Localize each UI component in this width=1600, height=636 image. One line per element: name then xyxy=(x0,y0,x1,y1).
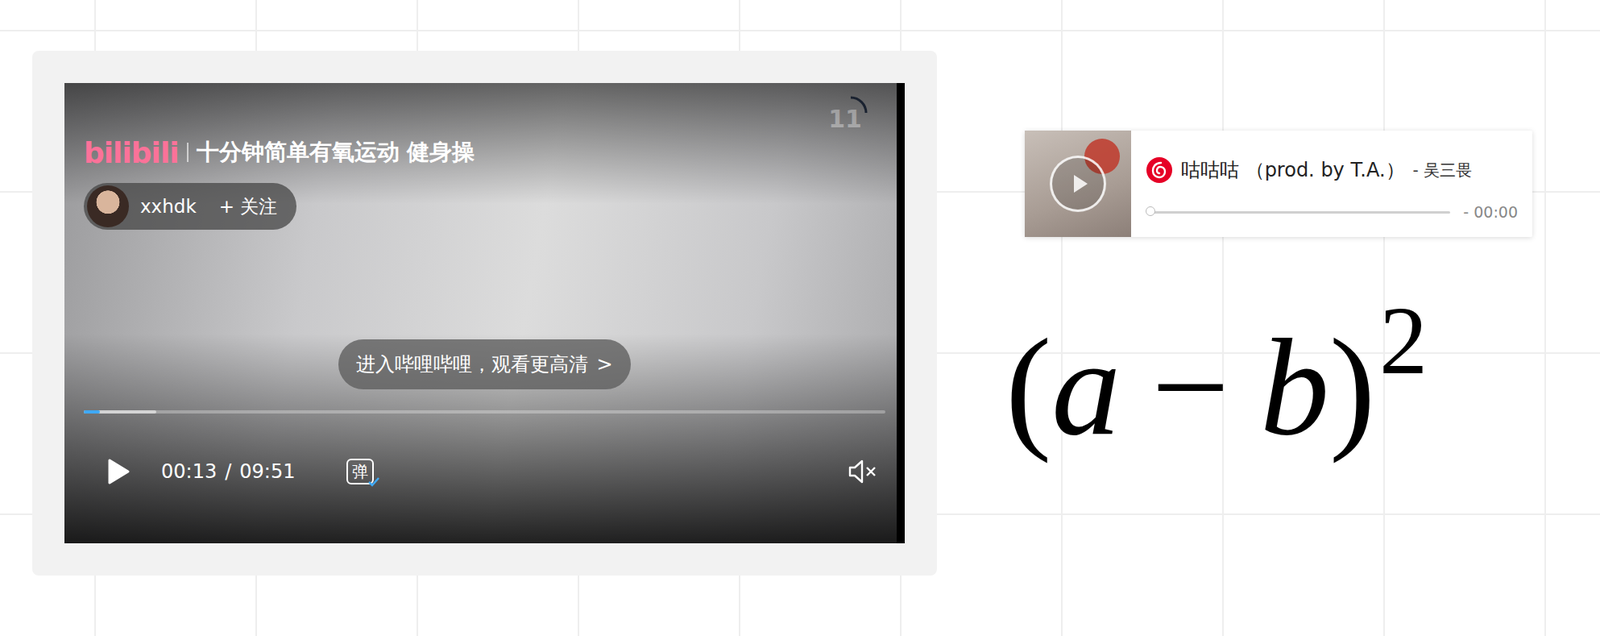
control-bar: 00:13/09:51 弹 xyxy=(83,451,886,491)
track-artist[interactable]: - 吴三畏 xyxy=(1413,159,1473,182)
time-display: 00:13/09:51 xyxy=(161,460,295,483)
play-icon xyxy=(1071,173,1090,195)
hd-prompt-button[interactable]: 进入哔哩哔哩，观看更高清> xyxy=(338,339,631,390)
title-bar: bilibili 十分钟简单有氧运动 健身操 xyxy=(83,132,886,172)
uploader-name[interactable]: xxhdk xyxy=(140,195,197,217)
formula-operator: − xyxy=(1151,310,1230,464)
track-title-row: 咕咕咕 （prod. by T.A.） - 吴三畏 xyxy=(1145,156,1518,184)
track-title[interactable]: 咕咕咕 （prod. by T.A.） xyxy=(1181,157,1406,183)
player-overlay: bilibili 十分钟简单有氧运动 健身操 xxhdk + 关注进入哔哩哔哩，观看更… xyxy=(64,82,905,544)
played-fill xyxy=(83,410,100,414)
music-progress-bar[interactable] xyxy=(1148,211,1451,214)
danmaku-toggle[interactable]: 弹 xyxy=(346,458,374,485)
album-cover xyxy=(1024,130,1132,237)
bilibili-logo[interactable]: bilibili xyxy=(83,136,179,170)
uploader-pill: xxhdk + 关注 xyxy=(83,182,297,230)
check-icon xyxy=(367,476,381,488)
video-embed-card: 11 bilibili 十分钟简单有氧运动 健身操 xxhdk + 关注进入哔哩哔哩，观… xyxy=(32,50,937,576)
progress-knob[interactable] xyxy=(1145,206,1156,216)
music-play-button[interactable] xyxy=(1049,155,1107,212)
formula-symbol: ) xyxy=(1329,310,1376,464)
progress-bar[interactable] xyxy=(83,410,886,414)
video-player[interactable]: 11 bilibili 十分钟简单有氧运动 健身操 xxhdk + 关注进入哔哩哔哩，观… xyxy=(64,82,905,544)
music-progress-row: - 00:00 xyxy=(1145,203,1518,221)
formula-exponent: 2 xyxy=(1379,292,1428,390)
formula-symbol: ( xyxy=(1005,310,1052,464)
follow-button[interactable]: + 关注 xyxy=(219,194,278,220)
divider xyxy=(186,142,189,162)
math-formula: (a−b)2 xyxy=(1005,310,1428,464)
loading-countdown: 11 xyxy=(820,94,870,143)
netease-music-icon[interactable] xyxy=(1145,156,1174,184)
music-time: - 00:00 xyxy=(1463,203,1518,221)
right-column: 咕咕咕 （prod. by T.A.）- 吴三畏- 00:00(a−b)2 xyxy=(1024,50,1533,464)
avatar-icon[interactable] xyxy=(87,185,129,228)
formula-variable: a xyxy=(1051,310,1121,464)
formula-variable: b xyxy=(1260,310,1330,464)
canvas: 11 bilibili 十分钟简单有氧运动 健身操 xxhdk + 关注进入哔哩哔哩，观… xyxy=(0,0,1600,636)
music-player-card: 咕咕咕 （prod. by T.A.） - 吴三畏 - 00:00 xyxy=(1024,130,1533,237)
track-info: 咕咕咕 （prod. by T.A.） - 吴三畏 - 00:00 xyxy=(1131,130,1533,237)
play-icon[interactable] xyxy=(106,457,131,485)
video-title[interactable]: 十分钟简单有氧运动 健身操 xyxy=(196,136,476,168)
muted-speaker-icon[interactable] xyxy=(846,457,879,485)
spinner-icon xyxy=(832,94,870,132)
